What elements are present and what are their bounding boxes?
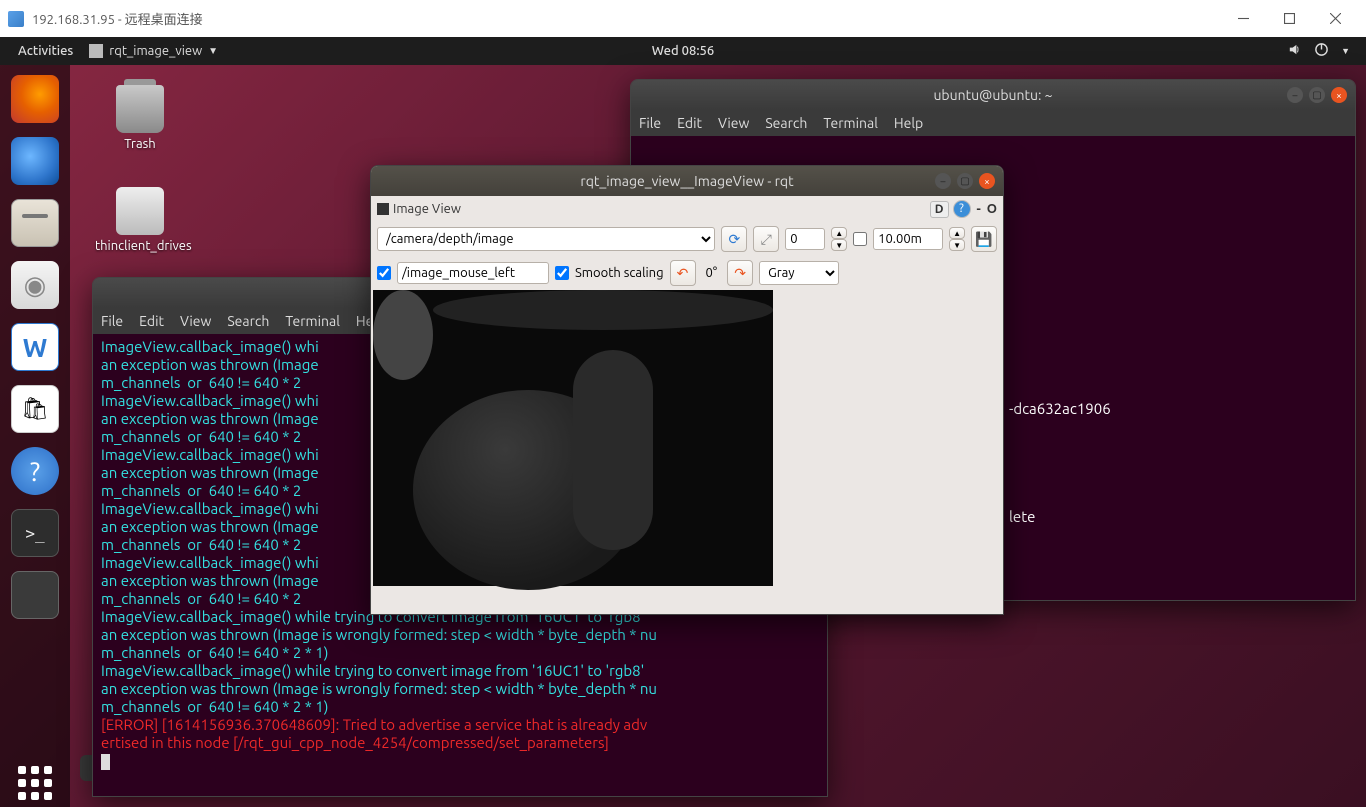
max-down-button[interactable]: ▼: [949, 239, 965, 251]
menu-file[interactable]: File: [101, 313, 123, 329]
close-icon[interactable]: ×: [979, 173, 995, 189]
dock-libreoffice-writer[interactable]: W: [11, 323, 59, 371]
drive-icon: [116, 187, 164, 235]
menu-edit[interactable]: Edit: [139, 313, 164, 329]
rdp-title: 192.168.31.95 - 远程桌面连接: [32, 9, 203, 28]
trash-icon: [116, 85, 164, 133]
app-menu[interactable]: rqt_image_view ▼: [81, 40, 226, 62]
menu-view[interactable]: View: [718, 115, 749, 131]
dock-thunderbird[interactable]: [11, 137, 59, 185]
rqt-help-icon[interactable]: ?: [953, 200, 971, 218]
rqt-row-options: Smooth scaling ↶ 0° ↷ Gray: [371, 256, 1003, 290]
menu-edit[interactable]: Edit: [677, 115, 702, 131]
rqt-row-topic: /camera/depth/image ⟳ ⤢ ▲ ▼ ▲ ▼ 💾: [371, 222, 1003, 256]
menu-terminal[interactable]: Terminal: [823, 115, 878, 131]
clock[interactable]: Wed 08:56: [652, 44, 714, 58]
close-icon[interactable]: ×: [1331, 87, 1347, 103]
ubuntu-desktop: Activities rqt_image_view ▼ Wed 08:56 ▼ …: [0, 37, 1366, 807]
rqt-panel-title: Image View: [393, 202, 461, 216]
terminal-bg-fragment-id: -dca632ac1906: [1009, 400, 1347, 418]
menu-terminal[interactable]: Terminal: [285, 313, 340, 329]
drive-label: thinclient_drives: [95, 239, 185, 253]
dock-rhythmbox[interactable]: [11, 261, 59, 309]
terminal-bg-fragment-done: lete: [1009, 508, 1347, 526]
refresh-button[interactable]: ⟳: [721, 226, 747, 252]
menu-search[interactable]: Search: [765, 115, 807, 131]
rqt-dash[interactable]: -: [977, 202, 981, 216]
menu-file[interactable]: File: [639, 115, 661, 131]
activities-button[interactable]: Activities: [10, 40, 81, 62]
dock-terminal[interactable]: [11, 509, 59, 557]
dock: W ?: [0, 65, 70, 807]
dock-software[interactable]: [11, 385, 59, 433]
menu-help[interactable]: Help: [894, 115, 923, 131]
chevron-down-icon[interactable]: ▼: [1341, 46, 1350, 56]
num-field[interactable]: [785, 228, 825, 250]
max-field[interactable]: [873, 228, 943, 250]
dock-files[interactable]: [11, 199, 59, 247]
chevron-down-icon: ▼: [208, 45, 218, 57]
rdp-titlebar: 192.168.31.95 - 远程桌面连接: [0, 0, 1366, 37]
num-down-button[interactable]: ▼: [831, 239, 847, 251]
mouse-topic-field[interactable]: [397, 262, 549, 284]
rotate-right-button[interactable]: ↷: [727, 260, 753, 286]
show-applications-button[interactable]: [11, 759, 59, 807]
dock-help[interactable]: ?: [11, 447, 59, 495]
num-up-button[interactable]: ▲: [831, 227, 847, 239]
maximize-icon[interactable]: ▢: [1309, 87, 1325, 103]
app-menu-label: rqt_image_view: [109, 44, 202, 58]
close-button[interactable]: [1312, 4, 1358, 34]
desktop-thinclient-drives[interactable]: thinclient_drives: [95, 187, 185, 253]
rqt-o-button[interactable]: O: [987, 202, 997, 216]
rqt-title: rqt_image_view__ImageView - rqt: [580, 173, 793, 189]
mouse-publish-checkbox[interactable]: [377, 266, 391, 280]
rotate-left-button[interactable]: ↶: [670, 260, 696, 286]
depth-image-view[interactable]: [373, 290, 773, 586]
maximize-icon[interactable]: ▢: [957, 173, 973, 189]
maximize-button[interactable]: [1266, 4, 1312, 34]
minimize-button[interactable]: [1220, 4, 1266, 34]
zoom-fit-button[interactable]: ⤢: [753, 226, 779, 252]
terminal-bg-titlebar[interactable]: ubuntu@ubuntu: ~ – ▢ ×: [631, 80, 1355, 110]
menu-search[interactable]: Search: [227, 313, 269, 329]
app-menu-icon: [89, 44, 103, 58]
menu-view[interactable]: View: [180, 313, 211, 329]
rqt-window[interactable]: rqt_image_view__ImageView - rqt – ▢ × Im…: [370, 165, 1004, 615]
save-image-button[interactable]: 💾: [971, 226, 997, 252]
dock-window[interactable]: [11, 571, 59, 619]
rqt-body: Image View D ? - O /camera/depth/image ⟳…: [371, 196, 1003, 586]
dock-firefox[interactable]: [11, 75, 59, 123]
topic-select[interactable]: /camera/depth/image: [377, 227, 715, 251]
trash-label: Trash: [95, 137, 185, 151]
max-up-button[interactable]: ▲: [949, 227, 965, 239]
volume-icon[interactable]: [1287, 42, 1302, 60]
terminal-bg-title: ubuntu@ubuntu: ~: [933, 87, 1052, 103]
gnome-topbar: Activities rqt_image_view ▼ Wed 08:56 ▼: [0, 37, 1366, 65]
smooth-scaling-label: Smooth scaling: [575, 266, 664, 280]
rotation-label: 0°: [706, 266, 718, 280]
desktop-trash[interactable]: Trash: [95, 85, 185, 151]
dynamic-range-checkbox[interactable]: [853, 232, 867, 246]
minimize-icon[interactable]: –: [1287, 87, 1303, 103]
power-icon[interactable]: [1314, 42, 1329, 60]
terminal-bg-menu: File Edit View Search Terminal Help: [631, 110, 1355, 136]
colormap-select[interactable]: Gray: [759, 261, 839, 285]
rqt-panel-icon: [377, 203, 389, 215]
rqt-titlebar[interactable]: rqt_image_view__ImageView - rqt – ▢ ×: [371, 166, 1003, 196]
rqt-panel-header: Image View D ? - O: [371, 196, 1003, 222]
smooth-scaling-checkbox[interactable]: [555, 266, 569, 280]
rqt-d-button[interactable]: D: [930, 201, 949, 218]
minimize-icon[interactable]: –: [935, 173, 951, 189]
rdp-icon: [8, 11, 24, 27]
